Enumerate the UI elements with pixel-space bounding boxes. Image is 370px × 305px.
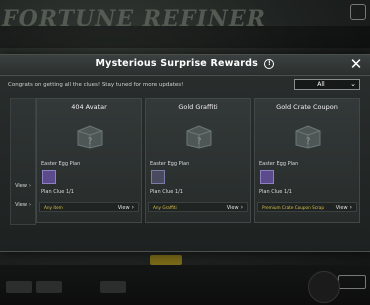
egg-plan-label: Easter Egg Plan: [41, 161, 81, 167]
view-label: View: [335, 205, 348, 211]
left-view-button[interactable]: View ›: [11, 200, 35, 210]
congrats-text: Congrats on getting all the clues! Stay …: [8, 82, 184, 88]
reward-item-text: Premium Crate Coupon Scrap: [262, 205, 324, 210]
close-icon[interactable]: ✕: [348, 56, 364, 72]
background-avatar: [308, 271, 340, 303]
reward-item-text: Any item: [44, 205, 63, 210]
modal-title-text: Mysterious Surprise Rewards: [95, 58, 258, 69]
reward-card-404-avatar: 404 Avatar ? Easter Egg Plan Plan Clue 1…: [36, 98, 142, 223]
svg-text:?: ?: [197, 137, 202, 147]
left-view-label: View: [15, 183, 27, 189]
background-icon: [350, 4, 366, 20]
view-label: View: [117, 205, 130, 211]
plan-clue-label: Plan Clue 1/1: [41, 189, 74, 195]
filter-value: All: [317, 81, 325, 88]
mystery-box-icon: ?: [77, 125, 103, 149]
reward-item-row: Premium Crate Coupon Scrap View ›: [257, 202, 357, 212]
reward-item-text: Any Graffiti: [153, 205, 177, 210]
chevron-right-icon: ›: [131, 204, 134, 211]
card-title: 404 Avatar: [71, 103, 107, 111]
info-icon[interactable]: !: [264, 58, 275, 69]
modal-header: Mysterious Surprise Rewards ! ✕: [0, 55, 370, 76]
background-chip: [6, 281, 32, 293]
chevron-down-icon: ⌄: [350, 80, 356, 88]
plan-clue-label: Plan Clue 1/1: [150, 189, 183, 195]
mystery-box-icon: ?: [295, 125, 321, 149]
background-bar: [0, 26, 370, 48]
chevron-right-icon: ›: [28, 202, 31, 208]
rewards-modal: Mysterious Surprise Rewards ! ✕ Congrats…: [0, 54, 370, 252]
item-thumbnail[interactable]: [42, 170, 56, 184]
chevron-right-icon: ›: [240, 204, 243, 211]
chevron-right-icon: ›: [349, 204, 352, 211]
reward-item-row: Any item View ›: [39, 202, 139, 212]
background-top-controls: [350, 4, 366, 20]
background-button: [338, 275, 366, 289]
svg-text:?: ?: [88, 137, 93, 147]
reward-item-row: Any Graffiti View ›: [148, 202, 248, 212]
plan-clue-label: Plan Clue 1/1: [259, 189, 292, 195]
left-view-label: View: [15, 202, 27, 208]
background-yellow-chip: [150, 255, 182, 265]
view-label: View: [226, 205, 239, 211]
modal-subbar: Congrats on getting all the clues! Stay …: [0, 76, 370, 92]
card-title: Gold Crate Coupon: [276, 103, 338, 111]
reward-card-gold-crate-coupon: Gold Crate Coupon ? Easter Egg Plan Plan…: [254, 98, 360, 223]
background-chip: [100, 281, 126, 293]
chevron-right-icon: ›: [28, 183, 31, 189]
modal-title: Mysterious Surprise Rewards !: [0, 58, 370, 69]
view-button[interactable]: View ›: [118, 204, 134, 211]
view-button[interactable]: View ›: [336, 204, 352, 211]
egg-plan-label: Easter Egg Plan: [150, 161, 190, 167]
background-chip: [36, 281, 62, 293]
item-thumbnail[interactable]: [260, 170, 274, 184]
left-view-button[interactable]: View ›: [11, 181, 35, 191]
card-title: Gold Graffiti: [178, 103, 218, 111]
filter-dropdown[interactable]: All ⌄: [294, 79, 360, 90]
item-thumbnail[interactable]: [151, 170, 165, 184]
mystery-box-icon: ?: [186, 125, 212, 149]
egg-plan-label: Easter Egg Plan: [259, 161, 299, 167]
reward-card-gold-graffiti: Gold Graffiti ? Easter Egg Plan Plan Clu…: [145, 98, 251, 223]
view-button[interactable]: View ›: [227, 204, 243, 211]
left-panel: View › View ›: [10, 98, 36, 225]
svg-text:?: ?: [306, 137, 311, 147]
